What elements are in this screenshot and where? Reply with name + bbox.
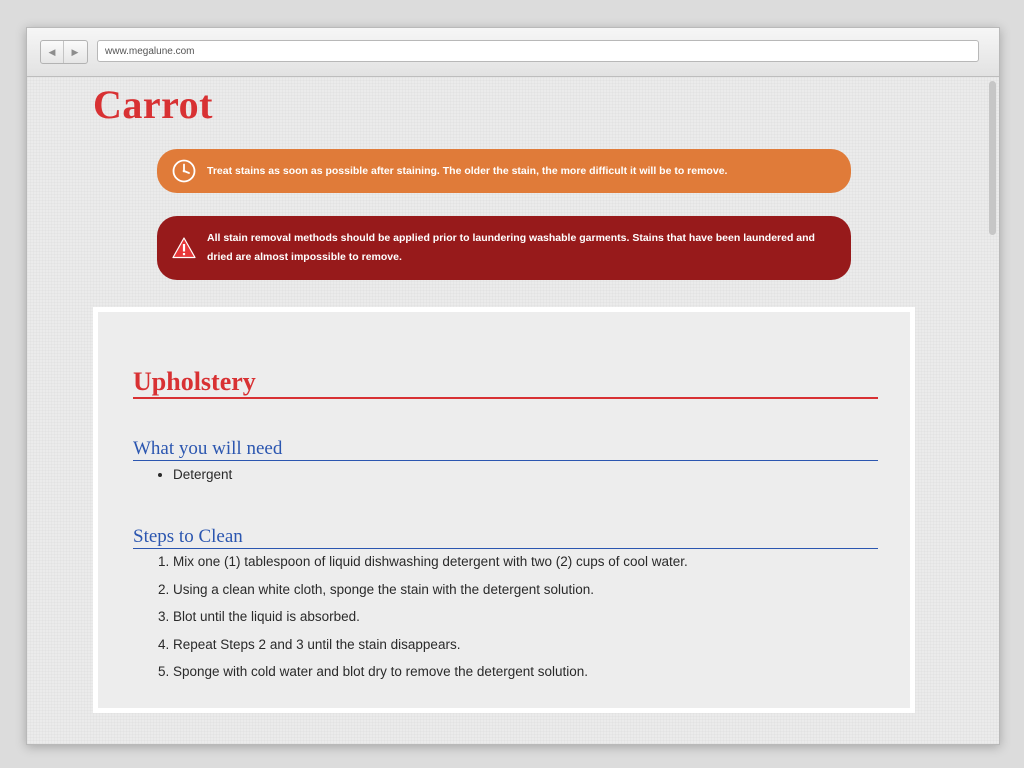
warning-text: All stain removal methods should be appl…: [207, 232, 815, 263]
list-item: Detergent: [173, 465, 232, 485]
steps-heading: Steps to Clean: [133, 526, 878, 549]
needs-list: Detergent: [133, 465, 232, 485]
browser-toolbar: ◀ ▶ www.megalune.com: [27, 28, 999, 77]
list-item: Blot until the liquid is absorbed.: [173, 607, 688, 627]
scrollbar-thumb[interactable]: [989, 81, 996, 235]
steps-list: Mix one (1) tablespoon of liquid dishwas…: [133, 552, 688, 690]
warning-alert: All stain removal methods should be appl…: [157, 216, 851, 280]
browser-window: ◀ ▶ www.megalune.com Carrot Treat stains…: [26, 27, 1000, 745]
list-item: Sponge with cold water and blot dry to r…: [173, 662, 688, 682]
list-item: Repeat Steps 2 and 3 until the stain dis…: [173, 635, 688, 655]
tip-alert: Treat stains as soon as possible after s…: [157, 149, 851, 193]
tip-text: Treat stains as soon as possible after s…: [207, 164, 728, 177]
clock-icon: [172, 159, 196, 183]
forward-button[interactable]: ▶: [63, 41, 86, 63]
needs-heading: What you will need: [133, 438, 878, 461]
list-item: Mix one (1) tablespoon of liquid dishwas…: [173, 552, 688, 572]
warning-icon: [172, 237, 196, 259]
nav-buttons: ◀ ▶: [40, 40, 88, 64]
back-button[interactable]: ◀: [41, 41, 63, 63]
content-card: Upholstery What you will need Detergent …: [93, 307, 915, 713]
section-title: Upholstery: [133, 367, 878, 399]
address-bar[interactable]: www.megalune.com: [97, 40, 979, 62]
page-title: Carrot: [93, 82, 213, 127]
page-viewport: Carrot Treat stains as soon as possible …: [27, 77, 999, 744]
list-item: Using a clean white cloth, sponge the st…: [173, 580, 688, 600]
